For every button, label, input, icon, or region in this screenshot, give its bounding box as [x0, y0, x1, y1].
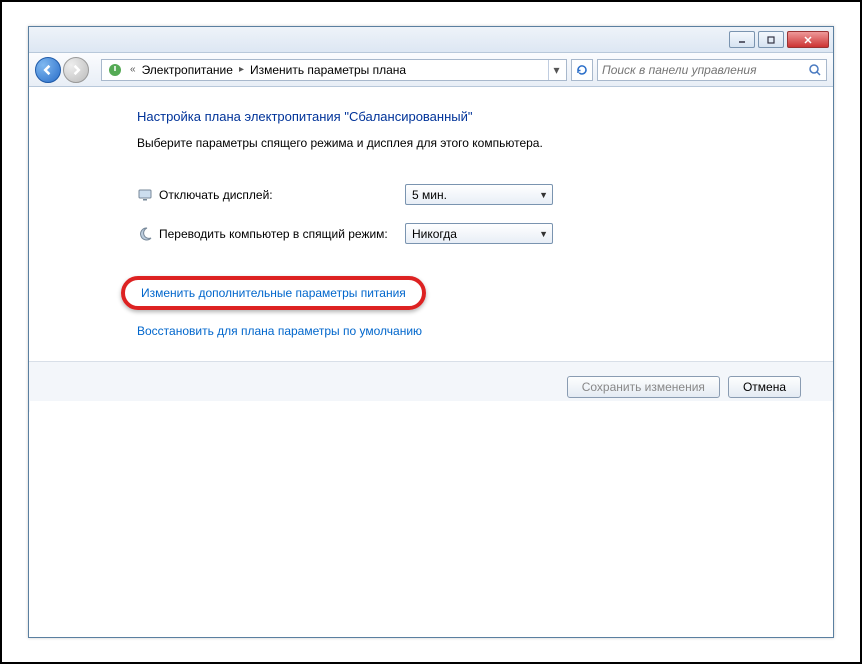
restore-defaults-link[interactable]: Восстановить для плана параметры по умол… [137, 324, 833, 338]
breadcrumb-item[interactable]: Изменить параметры плана [248, 63, 408, 77]
chevron-left-icon: « [126, 64, 140, 75]
search-input[interactable] [602, 63, 808, 77]
breadcrumb-item[interactable]: Электропитание [140, 63, 235, 77]
chevron-down-icon: ▼ [539, 229, 548, 239]
back-button[interactable] [35, 57, 61, 83]
minimize-button[interactable] [729, 31, 755, 48]
monitor-icon [137, 187, 153, 203]
advanced-settings-link[interactable]: Изменить дополнительные параметры питани… [141, 286, 406, 300]
cancel-button[interactable]: Отмена [728, 376, 801, 398]
display-timeout-select[interactable]: 5 мин. ▼ [405, 184, 553, 205]
search-box[interactable] [597, 59, 827, 81]
forward-button[interactable] [63, 57, 89, 83]
empty-area [30, 401, 832, 636]
moon-icon [137, 226, 153, 242]
search-icon [808, 63, 822, 77]
close-button[interactable] [787, 31, 829, 48]
page-title: Настройка плана электропитания "Сбаланси… [137, 109, 833, 124]
chevron-down-icon: ▼ [539, 190, 548, 200]
chevron-right-icon: ▸ [235, 64, 248, 75]
power-plan-icon [107, 62, 123, 78]
select-value: 5 мин. [412, 188, 447, 202]
setting-row-display: Отключать дисплей: 5 мин. ▼ [137, 184, 833, 205]
breadcrumb-dropdown[interactable]: ▾ [548, 60, 564, 80]
breadcrumb[interactable]: « Электропитание ▸ Изменить параметры пл… [101, 59, 567, 81]
setting-row-sleep: Переводить компьютер в спящий режим: Ник… [137, 223, 833, 244]
save-button[interactable]: Сохранить изменения [567, 376, 720, 398]
maximize-button[interactable] [758, 31, 784, 48]
highlight-annotation: Изменить дополнительные параметры питани… [121, 276, 426, 310]
titlebar [29, 27, 833, 53]
refresh-button[interactable] [571, 59, 593, 81]
select-value: Никогда [412, 227, 457, 241]
setting-label: Отключать дисплей: [159, 188, 405, 202]
navbar: « Электропитание ▸ Изменить параметры пл… [29, 53, 833, 87]
setting-label: Переводить компьютер в спящий режим: [159, 227, 405, 241]
page-subtitle: Выберите параметры спящего режима и дисп… [137, 136, 833, 150]
sleep-timeout-select[interactable]: Никогда ▼ [405, 223, 553, 244]
